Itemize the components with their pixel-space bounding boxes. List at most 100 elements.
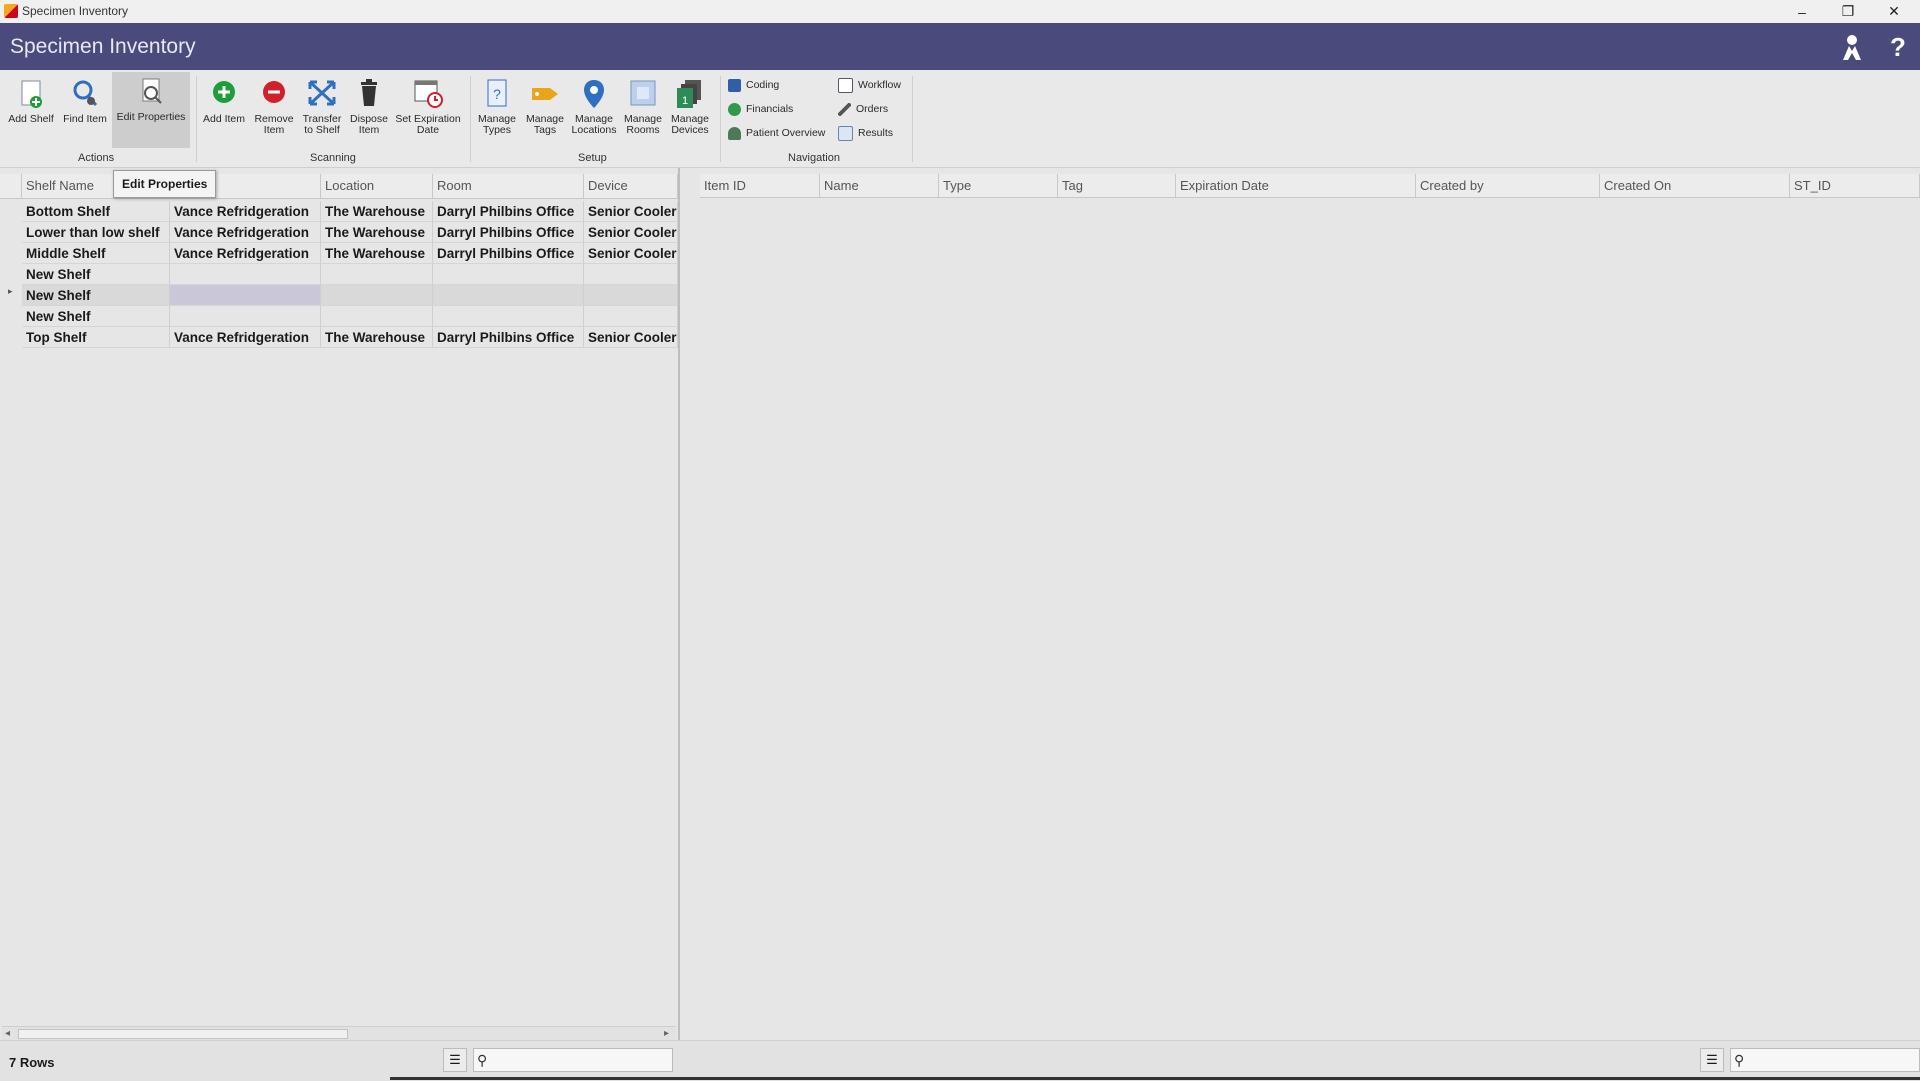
remove-item-button[interactable]: Remove Item	[250, 74, 298, 152]
table-cell[interactable]: Vance Refridgeration	[170, 222, 321, 243]
financials-icon	[728, 102, 741, 116]
right-menu-icon[interactable]: ☰	[1700, 1048, 1724, 1072]
table-cell[interactable]: Darryl Philbins Office	[433, 201, 584, 222]
maximize-button[interactable]: ❐	[1826, 0, 1870, 23]
scroll-left-icon[interactable]: ◂	[5, 1027, 10, 1041]
table-cell[interactable]: New Shelf	[22, 285, 170, 306]
table-row[interactable]: Lower than low shelf Vance Refridgeration…	[22, 222, 678, 243]
manage-rooms-button[interactable]: Manage Rooms	[620, 74, 666, 152]
table-row[interactable]: New Shelf	[22, 264, 678, 285]
ribbon: Add Shelf Find Item Edit Properties Acti…	[0, 70, 1920, 168]
table-cell[interactable]: New Shelf	[22, 306, 170, 327]
table-cell[interactable]: The Warehouse	[321, 201, 433, 222]
col-created-on[interactable]: Created On	[1600, 174, 1790, 198]
add-shelf-label: Add Shelf	[8, 113, 54, 125]
left-search-input[interactable]	[473, 1048, 673, 1072]
table-cell[interactable]	[170, 306, 321, 327]
nav-results-label: Results	[858, 127, 894, 139]
table-cell[interactable]: New Shelf	[22, 264, 170, 285]
table-cell[interactable]	[433, 264, 584, 285]
table-cell[interactable]: Senior Cooler	[584, 222, 678, 243]
manage-locations-button[interactable]: Manage Locations	[568, 74, 620, 152]
table-cell[interactable]: Darryl Philbins Office	[433, 222, 584, 243]
table-cell[interactable]: Senior Cooler	[584, 327, 678, 348]
table-cell[interactable]: Bottom Shelf	[22, 201, 170, 222]
manage-types-button[interactable]: ? Manage Types	[474, 74, 520, 152]
manage-locations-label: Manage Locations	[571, 113, 617, 136]
set-expiration-date-button[interactable]: Set Expiration Date	[392, 74, 464, 152]
col-item-id[interactable]: Item ID	[700, 174, 820, 198]
nav-results-link[interactable]: Results	[838, 124, 893, 142]
table-cell[interactable]: The Warehouse	[321, 243, 433, 264]
col-st-id[interactable]: ST_ID	[1790, 174, 1920, 198]
table-cell[interactable]	[584, 264, 678, 285]
set-expiration-label: Set Expiration Date	[395, 113, 461, 136]
col-expiration-date[interactable]: Expiration Date	[1176, 174, 1416, 198]
table-cell[interactable]	[584, 306, 678, 327]
horizontal-scrollbar[interactable]: ◂ ▸	[2, 1026, 676, 1041]
col-name[interactable]: Name	[820, 174, 939, 198]
table-cell[interactable]	[584, 285, 678, 306]
manage-tags-button[interactable]: Manage Tags	[522, 74, 568, 152]
manage-devices-button[interactable]: 1 Manage Devices	[666, 74, 714, 152]
nav-workflow-label: Workflow	[858, 79, 901, 91]
add-shelf-button[interactable]: Add Shelf	[4, 74, 58, 152]
find-item-button[interactable]: Find Item	[58, 74, 112, 152]
scroll-thumb[interactable]	[18, 1029, 348, 1039]
table-row[interactable]: Top Shelf Vance Refridgeration The Warehou…	[22, 327, 678, 348]
table-row[interactable]: Middle Shelf Vance Refridgeration The Ware…	[22, 243, 678, 264]
add-item-label: Add Item	[202, 113, 246, 125]
table-cell[interactable]	[433, 285, 584, 306]
dispose-item-button[interactable]: Dispose Item	[346, 74, 392, 152]
nav-workflow-link[interactable]: Workflow	[838, 76, 901, 94]
transfer-to-shelf-button[interactable]: Transfer to Shelf	[298, 74, 346, 152]
nav-patient-overview-link[interactable]: Patient Overview	[728, 124, 825, 142]
table-cell[interactable]	[170, 264, 321, 285]
table-cell[interactable]	[321, 306, 433, 327]
table-row[interactable]: New Shelf	[22, 306, 678, 327]
col-type[interactable]: Type	[939, 174, 1058, 198]
table-cell[interactable]	[170, 285, 321, 306]
table-cell[interactable]: Middle Shelf	[22, 243, 170, 264]
minimize-button[interactable]: –	[1780, 0, 1824, 23]
current-row-indicator: ▸	[8, 286, 13, 296]
manage-tags-label: Manage Tags	[526, 113, 564, 136]
question-doc-icon: ?	[487, 79, 507, 107]
add-item-button[interactable]: Add Item	[200, 74, 248, 152]
nav-orders-link[interactable]: Orders	[838, 100, 888, 118]
user-icon[interactable]	[1836, 31, 1868, 63]
table-cell[interactable]: The Warehouse	[321, 222, 433, 243]
table-cell[interactable]: Senior Cooler	[584, 243, 678, 264]
results-icon	[838, 125, 853, 141]
edit-properties-button[interactable]: Edit Properties	[112, 72, 190, 148]
table-cell[interactable]	[321, 264, 433, 285]
nav-coding-link[interactable]: Coding	[728, 76, 779, 94]
table-cell[interactable]: Top Shelf	[22, 327, 170, 348]
table-cell[interactable]	[433, 306, 584, 327]
col-created-by[interactable]: Created by	[1416, 174, 1600, 198]
nav-orders-label: Orders	[856, 103, 889, 115]
table-cell[interactable]: The Warehouse	[321, 327, 433, 348]
help-icon[interactable]: ?	[1882, 31, 1914, 63]
left-menu-icon[interactable]: ☰	[443, 1048, 467, 1072]
scanning-group-label: Scanning	[310, 152, 356, 164]
col-device[interactable]: Device	[584, 174, 678, 198]
col-location[interactable]: Location	[321, 174, 433, 198]
scroll-right-icon[interactable]: ▸	[664, 1027, 669, 1041]
table-row[interactable]: Bottom Shelf Vance Refridgeration The Ware…	[22, 201, 678, 222]
close-button[interactable]: ✕	[1872, 0, 1916, 23]
table-cell[interactable]: Darryl Philbins Office	[433, 243, 584, 264]
table-cell[interactable]: Vance Refridgeration	[170, 243, 321, 264]
table-cell[interactable]	[321, 285, 433, 306]
col-tag[interactable]: Tag	[1058, 174, 1176, 198]
table-cell[interactable]: Darryl Philbins Office	[433, 327, 584, 348]
right-search-input[interactable]	[1730, 1048, 1920, 1072]
table-cell[interactable]: Lower than low shelf	[22, 222, 170, 243]
table-cell[interactable]: Senior Cooler	[584, 201, 678, 222]
add-item-icon	[213, 81, 235, 103]
col-room[interactable]: Room	[433, 174, 584, 198]
nav-financials-link[interactable]: Financials	[728, 100, 793, 118]
table-row[interactable]: New Shelf	[22, 285, 678, 306]
table-cell[interactable]: Vance Refridgeration	[170, 201, 321, 222]
table-cell[interactable]: Vance Refridgeration	[170, 327, 321, 348]
